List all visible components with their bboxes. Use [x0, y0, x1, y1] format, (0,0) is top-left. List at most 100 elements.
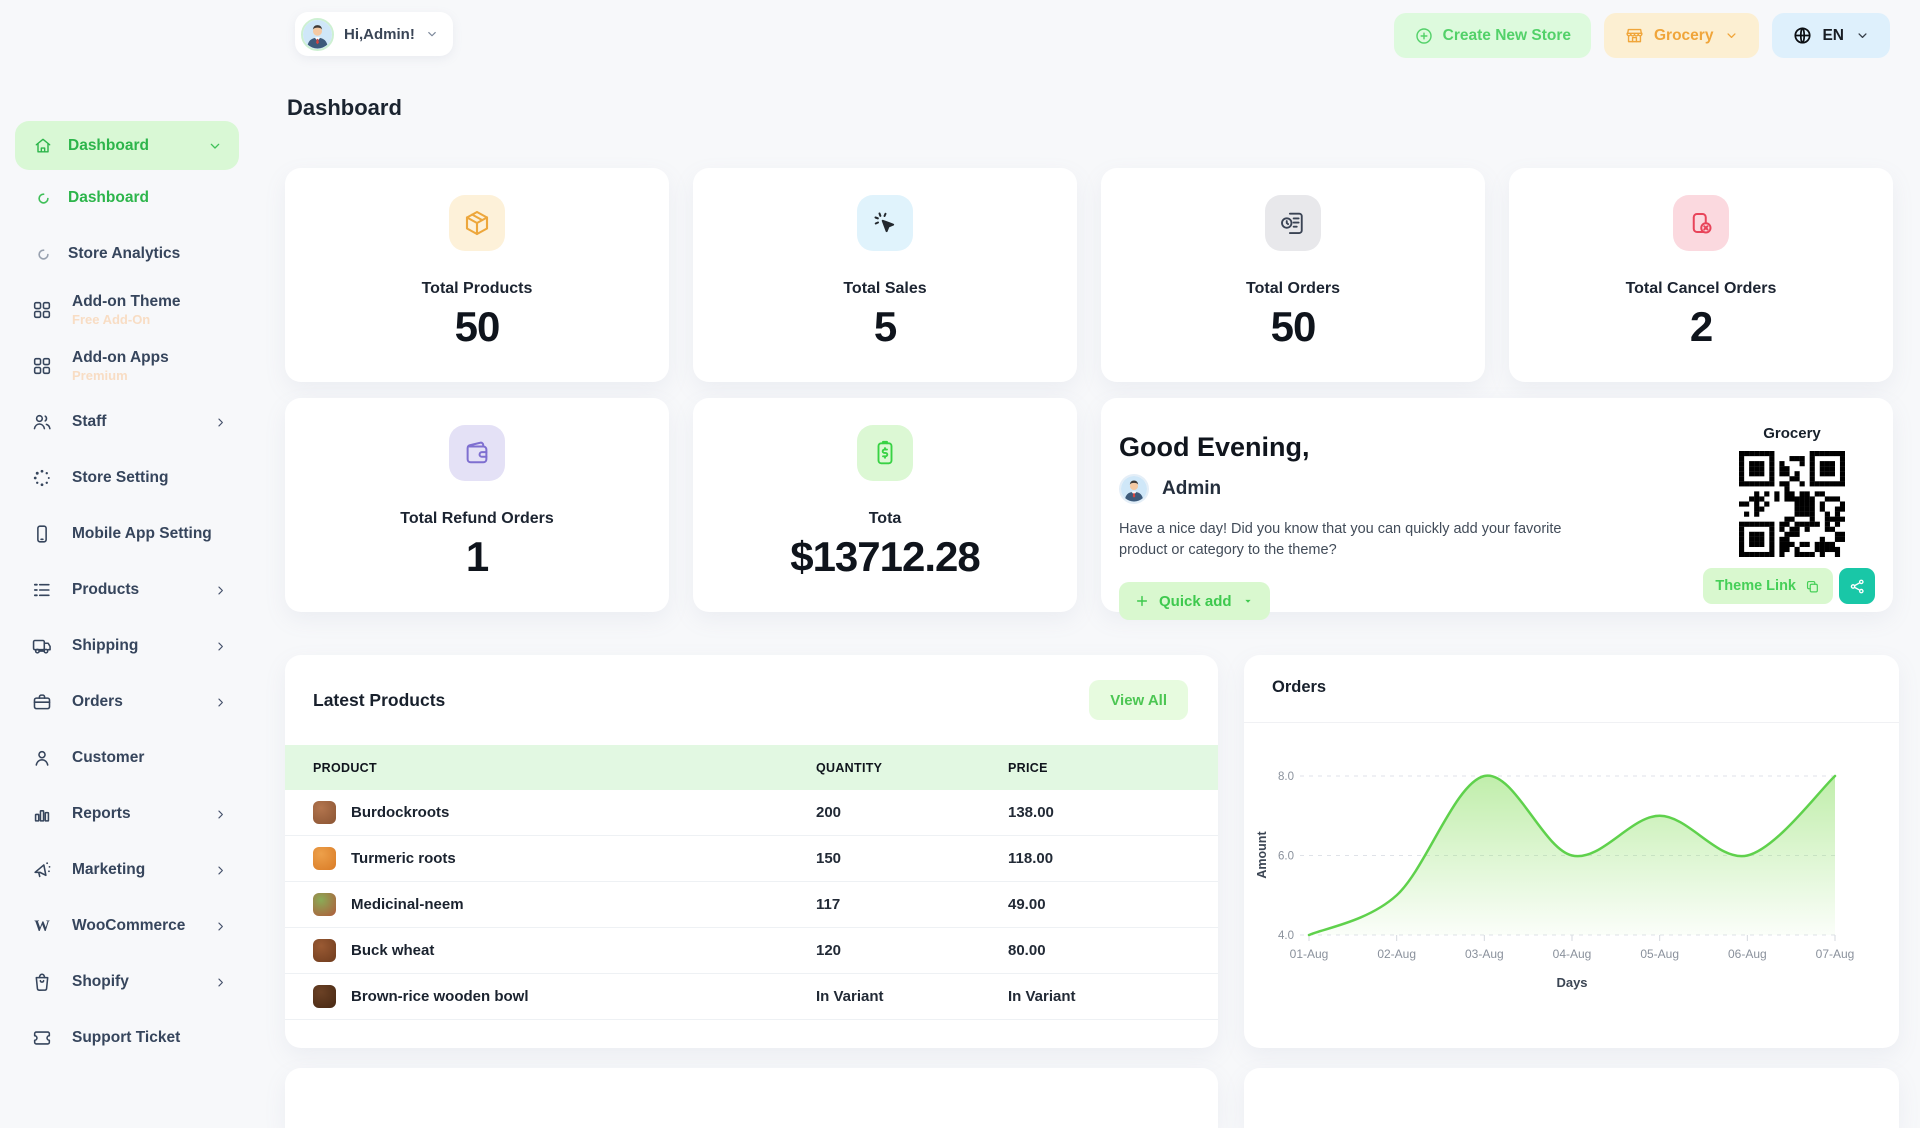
- svg-text:4.0: 4.0: [1278, 930, 1294, 942]
- qr-code: [1739, 451, 1846, 558]
- product-thumbnail: [313, 939, 336, 962]
- product-thumbnail: [313, 893, 336, 916]
- sidebar-item-marketing[interactable]: Marketing: [0, 850, 262, 890]
- chevron-right-icon: [213, 639, 228, 654]
- quick-add-button[interactable]: Quick add: [1119, 582, 1270, 620]
- sidebar-item-shipping[interactable]: Shipping: [0, 626, 262, 666]
- sidebar-item-label: Marketing: [72, 861, 146, 879]
- product-quantity: 117: [816, 896, 841, 913]
- table-row[interactable]: Medicinal-neem 117 49.00: [285, 882, 1218, 928]
- share-icon: [1848, 577, 1867, 596]
- qr-store-label: Grocery: [1763, 425, 1821, 442]
- sidebar-item-label: Add-on Apps: [72, 349, 169, 367]
- store-switcher-button[interactable]: Grocery: [1604, 13, 1760, 58]
- stat-label: Total Refund Orders: [400, 510, 554, 527]
- create-new-store-button[interactable]: Create New Store: [1393, 13, 1591, 58]
- truck-icon: [31, 635, 53, 657]
- sidebar-item-woocommerce[interactable]: W WooCommerce: [0, 906, 262, 946]
- sidebar-group-label: Dashboard: [68, 136, 149, 154]
- col-quantity: QUANTITY: [816, 760, 883, 775]
- sidebar-item-add-on-apps[interactable]: Add-on Apps Premium: [0, 346, 262, 386]
- stat-value: 50: [1270, 303, 1317, 350]
- sidebar-item-store-analytics[interactable]: Store Analytics: [0, 234, 262, 274]
- wallet-icon: [462, 438, 492, 468]
- share-button[interactable]: [1839, 568, 1875, 604]
- quick-add-label: Quick add: [1159, 592, 1232, 610]
- stat-value: 50: [454, 303, 501, 350]
- product-thumbnail: [313, 985, 336, 1008]
- woocommerce-icon: W: [31, 915, 53, 937]
- user-avatar: [301, 17, 334, 51]
- table-row[interactable]: Brown-rice wooden bowl In Variant In Varia…: [285, 974, 1218, 1020]
- theme-link-label: Theme Link: [1715, 578, 1796, 594]
- home-icon: [33, 136, 53, 156]
- sidebar-item-store-setting[interactable]: Store Setting: [0, 458, 262, 498]
- product-quantity: 200: [816, 804, 842, 821]
- sidebar-item-reports[interactable]: Reports: [0, 794, 262, 834]
- product-price: In Variant: [1008, 988, 1076, 1005]
- dots-circle-icon: [31, 467, 53, 489]
- store-switcher-label: Grocery: [1654, 26, 1714, 44]
- table-body: Burdockroots 200 138.00 Turmeric roots 150 11…: [285, 790, 1218, 1020]
- sidebar-item-staff[interactable]: Staff: [0, 402, 262, 442]
- sidebar-item-add-on-theme[interactable]: Add-on Theme Free Add-On: [0, 290, 262, 330]
- svg-text:Amount: Amount: [1255, 831, 1269, 879]
- theme-link-button[interactable]: Theme Link: [1703, 568, 1833, 604]
- svg-text:07-Aug: 07-Aug: [1816, 947, 1855, 961]
- stat-label: Total Sales: [843, 280, 927, 297]
- sidebar-item-dashboard[interactable]: Dashboard: [0, 178, 262, 218]
- stat-card-total-cancel-orders: Total Cancel Orders 2: [1509, 168, 1893, 382]
- sidebar-item-label: Orders: [72, 693, 123, 711]
- sidebar-item-products[interactable]: Products: [0, 570, 262, 610]
- user-menu[interactable]: Hi,Admin!: [295, 12, 453, 56]
- stats-grid: Total Products 50 Total Sales 5 Total Orders…: [285, 168, 1893, 620]
- next-section-card: [1244, 1068, 1899, 1128]
- greeting-card: Good Evening, Admin Have a nice day! Did…: [1101, 398, 1893, 620]
- stat-value: $13712.28: [790, 533, 981, 580]
- table-row[interactable]: Burdockroots 200 138.00: [285, 790, 1218, 836]
- language-selector-button[interactable]: EN: [1772, 13, 1890, 58]
- sidebar: Dashboard Dashboard Store Analytics Add-on…: [0, 0, 262, 1080]
- latest-products-card: Latest Products View All PRODUCT QUANTIT…: [285, 655, 1218, 1048]
- product-price: 138.00: [1008, 804, 1054, 821]
- stat-card-total-refund-orders: Total Refund Orders 1: [285, 398, 669, 612]
- user-greeting: Hi,Admin!: [344, 25, 415, 43]
- language-label: EN: [1822, 26, 1844, 44]
- mobile-icon: [31, 523, 53, 545]
- product-name: Burdockroots: [351, 804, 450, 821]
- next-section-card: [285, 1068, 1218, 1128]
- sidebar-menu: Dashboard Store Analytics Add-on Theme Free…: [0, 178, 262, 1074]
- loader-icon: [36, 191, 51, 206]
- bar-chart-icon: [31, 803, 53, 825]
- chevron-down-icon: [1724, 28, 1739, 43]
- chevron-down-icon: [207, 138, 223, 154]
- sidebar-item-orders[interactable]: Orders: [0, 682, 262, 722]
- stat-label: Tota: [868, 510, 902, 527]
- ticket-icon: [31, 1027, 53, 1049]
- product-thumbnail: [313, 847, 336, 870]
- sidebar-item-label: Add-on Theme: [72, 293, 181, 311]
- table-row[interactable]: Buck wheat 120 80.00: [285, 928, 1218, 974]
- stat-value: 2: [1689, 303, 1713, 350]
- store-qr-block: Grocery: [1739, 425, 1846, 562]
- chevron-down-icon: [1855, 28, 1870, 43]
- sidebar-item-label: Shopify: [72, 973, 129, 991]
- chevron-right-icon: [213, 863, 228, 878]
- svg-text:W: W: [34, 918, 50, 935]
- stat-label: Total Cancel Orders: [1625, 280, 1777, 297]
- plus-circle-icon: [1414, 26, 1434, 46]
- grid-icon: [31, 299, 53, 321]
- chevron-right-icon: [213, 919, 228, 934]
- view-all-button[interactable]: View All: [1089, 680, 1188, 720]
- sidebar-item-customer[interactable]: Customer: [0, 738, 262, 778]
- table-row[interactable]: Turmeric roots 150 118.00: [285, 836, 1218, 882]
- svg-text:04-Aug: 04-Aug: [1553, 947, 1592, 961]
- invoice-dollar-icon: [870, 438, 900, 468]
- sidebar-item-label: Staff: [72, 413, 107, 431]
- chevron-right-icon: [213, 695, 228, 710]
- sidebar-item-mobile-app-setting[interactable]: Mobile App Setting: [0, 514, 262, 554]
- admin-name: Admin: [1162, 478, 1222, 499]
- sidebar-group-dashboard[interactable]: Dashboard: [15, 121, 239, 170]
- sidebar-item-shopify[interactable]: Shopify: [0, 962, 262, 1002]
- sidebar-item-support-ticket[interactable]: Support Ticket: [0, 1018, 262, 1058]
